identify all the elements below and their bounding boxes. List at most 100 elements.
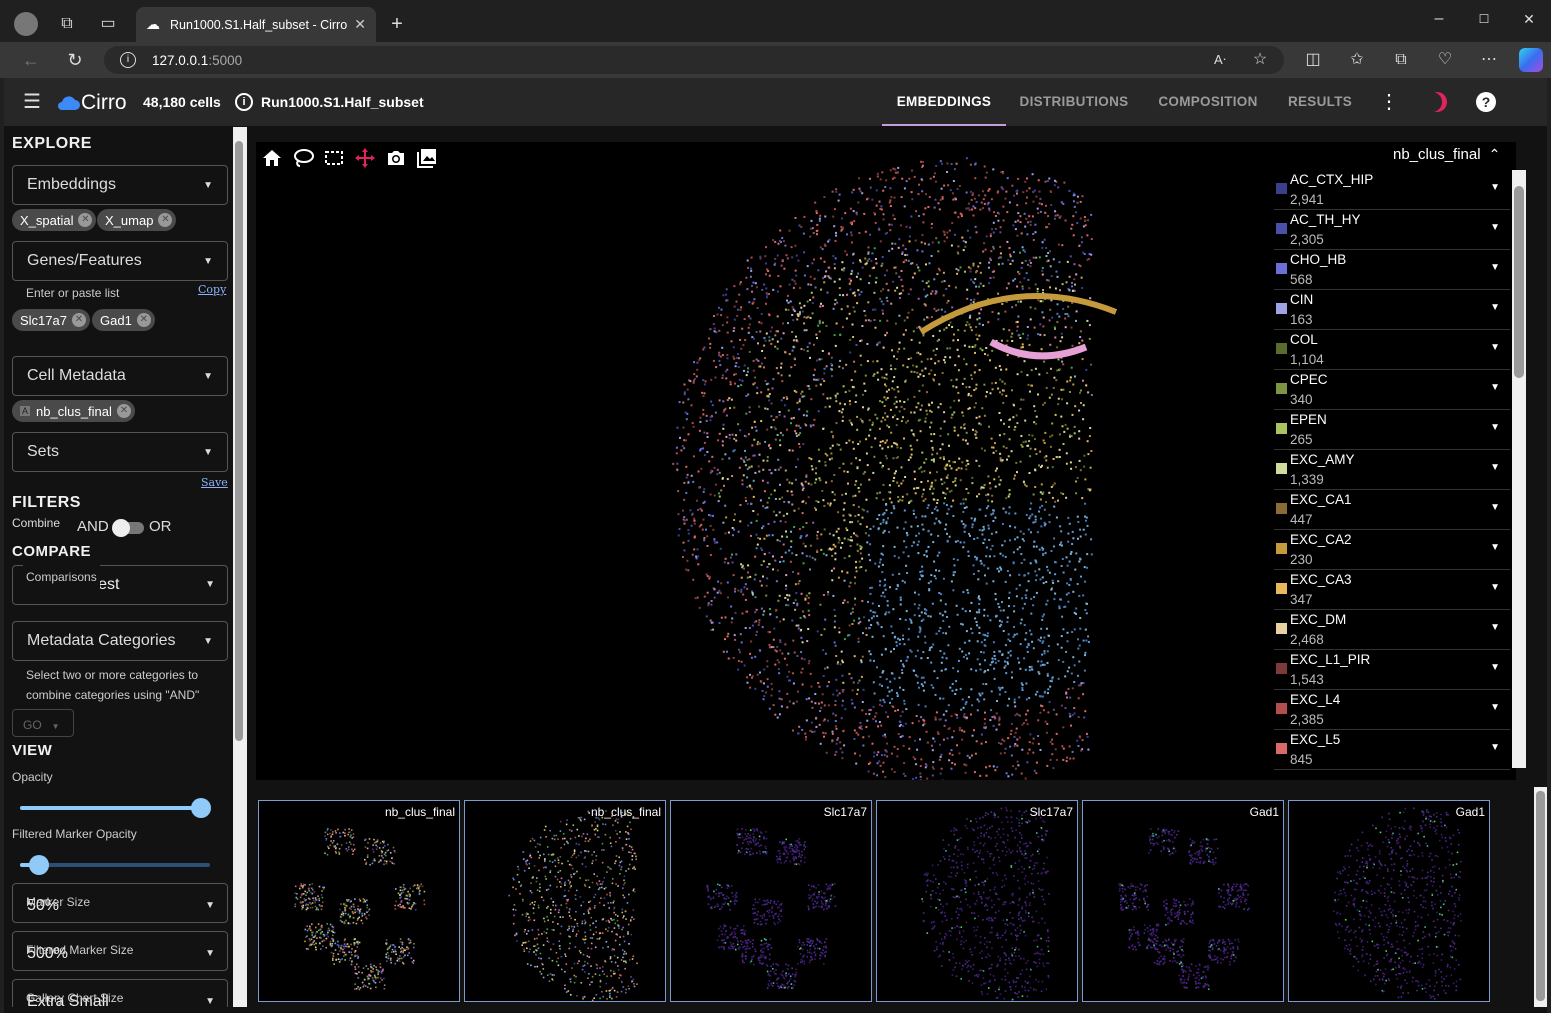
more-browser-icon[interactable]: ⋯ [1478, 49, 1500, 71]
more-menu-icon[interactable]: ⋮ [1378, 91, 1400, 113]
chevron-down-icon[interactable]: ▼ [1490, 222, 1500, 233]
gene-chip[interactable]: Slc17a7 ✕ [12, 309, 90, 331]
sets-select[interactable]: Sets ▼ [12, 432, 228, 472]
save-link[interactable]: Save [201, 476, 228, 489]
favorites-icon[interactable]: ✩ [1346, 49, 1368, 71]
remove-chip-icon[interactable]: ✕ [78, 213, 93, 227]
legend-item[interactable]: EXC_CA3 347 ▼ [1274, 570, 1510, 610]
legend-item[interactable]: AC_TH_HY 2,305 ▼ [1274, 210, 1510, 250]
remove-chip-icon[interactable]: ✕ [71, 313, 86, 327]
legend-item[interactable]: EXC_L4 2,385 ▼ [1274, 690, 1510, 730]
legend-item[interactable]: EXC_L5 845 ▼ [1274, 730, 1510, 770]
legend-item[interactable]: EXC_L1_PIR 1,543 ▼ [1274, 650, 1510, 690]
chevron-down-icon[interactable]: ▼ [1490, 542, 1500, 553]
chevron-down-icon[interactable]: ▼ [1490, 742, 1500, 753]
scatter-canvas[interactable] [256, 142, 1256, 780]
home-icon[interactable] [260, 146, 284, 170]
embedding-chip[interactable]: X_spatial ✕ [12, 209, 97, 231]
legend-item[interactable]: EPEN 265 ▼ [1274, 410, 1510, 450]
legend-swatch[interactable] [1276, 263, 1287, 274]
legend-swatch[interactable] [1276, 703, 1287, 714]
chevron-down-icon[interactable]: ▼ [1490, 502, 1500, 513]
legend-item[interactable]: EXC_AMY 1,339 ▼ [1274, 450, 1510, 490]
legend-item[interactable]: AC_CTX_HIP 2,941 ▼ [1274, 170, 1510, 210]
metadata-chip[interactable]: Anb_clus_final ✕ [12, 400, 135, 422]
filtered-opacity-slider[interactable] [20, 855, 210, 875]
favorite-star-icon[interactable]: ☆ [1249, 49, 1271, 71]
copilot-icon[interactable] [1519, 48, 1543, 72]
info-icon[interactable]: i [120, 52, 136, 68]
chevron-down-icon[interactable]: ▼ [1490, 182, 1500, 193]
back-icon[interactable]: ← [20, 49, 42, 71]
chevron-down-icon[interactable]: ▼ [1490, 422, 1500, 433]
embedding-chip[interactable]: X_umap ✕ [97, 209, 177, 231]
remove-chip-icon[interactable]: ✕ [136, 313, 151, 327]
legend-swatch[interactable] [1276, 583, 1287, 594]
refresh-icon[interactable]: ↻ [64, 49, 86, 71]
sidebar-scroll-thumb[interactable] [235, 141, 243, 741]
chevron-down-icon[interactable]: ▼ [1490, 342, 1500, 353]
tab-embeddings[interactable]: EMBEDDINGS [882, 78, 1006, 126]
menu-icon[interactable]: ☰ [20, 91, 44, 113]
legend-item[interactable]: EXC_CA2 230 ▼ [1274, 530, 1510, 570]
legend-item[interactable]: EXC_CA1 447 ▼ [1274, 490, 1510, 530]
legend-item[interactable]: CIN 163 ▼ [1274, 290, 1510, 330]
browser-tab[interactable]: ☁ Run1000.S1.Half_subset - Cirro ✕ [136, 7, 376, 42]
chevron-down-icon[interactable]: ▼ [1490, 622, 1500, 633]
tab-distributions[interactable]: DISTRIBUTIONS [1010, 78, 1138, 126]
chevron-down-icon[interactable]: ▼ [1490, 262, 1500, 273]
close-tab-icon[interactable]: ✕ [354, 16, 366, 33]
legend-swatch[interactable] [1276, 543, 1287, 554]
chevron-down-icon[interactable]: ▼ [1490, 582, 1500, 593]
image-export-icon[interactable] [415, 146, 439, 170]
box-select-icon[interactable] [322, 146, 346, 170]
new-tab-icon[interactable]: + [386, 13, 408, 35]
marker-size-select[interactable]: Marker Size 50% ▼ [12, 883, 228, 923]
chevron-down-icon[interactable]: ▼ [1490, 302, 1500, 313]
window-close-icon[interactable]: ✕ [1518, 8, 1540, 30]
gallery-size-select[interactable]: Gallery Chart Size Extra Small ▼ [12, 979, 228, 1007]
camera-icon[interactable] [384, 146, 408, 170]
legend-item[interactable]: CPEC 340 ▼ [1274, 370, 1510, 410]
genes-select[interactable]: Genes/Features ▼ [12, 241, 228, 281]
chevron-up-icon[interactable]: ⌃ [1489, 146, 1501, 162]
legend-item[interactable]: CHO_HB 568 ▼ [1274, 250, 1510, 290]
pan-icon[interactable] [353, 146, 377, 170]
chevron-down-icon[interactable]: ▼ [1490, 462, 1500, 473]
lasso-icon[interactable] [291, 146, 315, 170]
legend-item[interactable]: EXC_DM 2,468 ▼ [1274, 610, 1510, 650]
legend-swatch[interactable] [1276, 383, 1287, 394]
cell-metadata-select[interactable]: Cell Metadata ▼ [12, 356, 228, 396]
legend-title[interactable]: nb_clus_final ⌃ [1393, 146, 1500, 163]
go-button[interactable]: GO ▼ [12, 709, 74, 737]
legend-swatch[interactable] [1276, 663, 1287, 674]
chevron-down-icon[interactable]: ▼ [1490, 702, 1500, 713]
collections-icon[interactable]: ⧉ [1390, 49, 1412, 71]
legend-swatch[interactable] [1276, 303, 1287, 314]
remove-chip-icon[interactable]: ✕ [116, 404, 131, 418]
legend-swatch[interactable] [1276, 743, 1287, 754]
chevron-down-icon[interactable]: ▼ [1490, 382, 1500, 393]
legend-swatch[interactable] [1276, 463, 1287, 474]
legend-swatch[interactable] [1276, 223, 1287, 234]
legend-swatch[interactable] [1276, 623, 1287, 634]
tab-actions-icon[interactable]: ▭ [97, 13, 119, 35]
tab-results[interactable]: RESULTS [1278, 78, 1362, 126]
dataset-info-icon[interactable]: i [235, 93, 253, 111]
gallery-item[interactable]: nb_clus_final [258, 800, 460, 1002]
workspaces-icon[interactable]: ⧉ [56, 13, 78, 35]
opacity-slider-thumb[interactable] [190, 798, 211, 818]
help-icon[interactable]: ? [1476, 92, 1496, 112]
remove-chip-icon[interactable]: ✕ [158, 213, 173, 227]
chevron-down-icon[interactable]: ▼ [1490, 662, 1500, 673]
profile-avatar-icon[interactable] [14, 12, 38, 36]
filtered-marker-size-select[interactable]: Filtered Marker Size 500% ▼ [12, 931, 228, 971]
genes-hint[interactable]: Enter or paste list [26, 286, 119, 300]
opacity-slider[interactable] [20, 798, 211, 818]
read-aloud-icon[interactable]: Aᐧ [1209, 49, 1231, 71]
legend-item[interactable]: COL 1,104 ▼ [1274, 330, 1510, 370]
maximize-icon[interactable]: ☐ [1473, 8, 1495, 30]
tab-composition[interactable]: COMPOSITION [1146, 78, 1270, 126]
legend-swatch[interactable] [1276, 183, 1287, 194]
embeddings-select[interactable]: Embeddings ▼ [12, 165, 228, 205]
